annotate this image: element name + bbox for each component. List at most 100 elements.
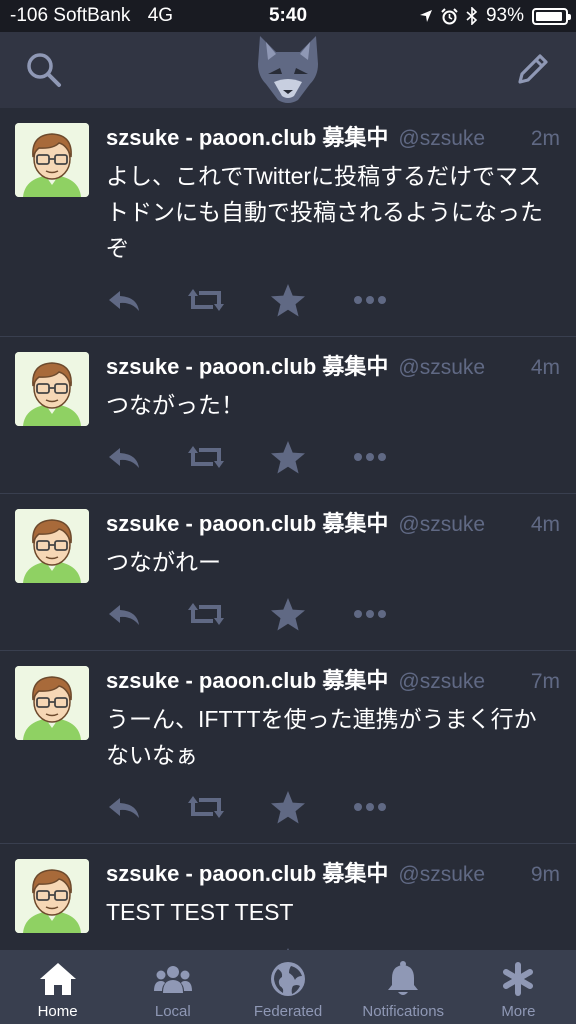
account-handle[interactable]: @szsuke (398, 863, 518, 887)
star-icon (271, 441, 305, 474)
account-handle[interactable]: @szsuke (398, 513, 518, 537)
tab-more[interactable]: More (461, 950, 576, 1024)
status-item[interactable]: szsuke - paoon.club 募集中 @szsuke 7m うーん、I… (0, 651, 576, 844)
status-actions (106, 773, 560, 843)
status-content: つながれー (106, 549, 221, 575)
star-icon (271, 284, 305, 317)
status-item[interactable]: szsuke - paoon.club 募集中 @szsuke 9m TEST … (0, 844, 576, 950)
favourite-button[interactable] (268, 439, 308, 475)
status-header: szsuke - paoon.club 募集中 @szsuke 2m (106, 120, 560, 158)
status-item[interactable]: szsuke - paoon.club 募集中 @szsuke 4m つながれー (0, 494, 576, 651)
avatar[interactable] (15, 859, 89, 933)
battery-icon (532, 7, 571, 25)
reply-button[interactable] (104, 282, 144, 318)
status-header: szsuke - paoon.club 募集中 @szsuke 4m (106, 506, 560, 544)
boost-icon (187, 794, 225, 820)
tab-notifications[interactable]: Notifications (346, 950, 461, 1024)
status-actions (106, 930, 560, 950)
reply-button[interactable] (104, 596, 144, 632)
status-header: szsuke - paoon.club 募集中 @szsuke 9m (106, 856, 560, 894)
more-button[interactable] (350, 439, 390, 475)
display-name[interactable]: szsuke - paoon.club 募集中 (106, 663, 388, 695)
status-content: TEST TEST TEST (106, 899, 294, 925)
timestamp: 4m (530, 513, 560, 536)
favourite-button[interactable] (268, 596, 308, 632)
account-handle[interactable]: @szsuke (398, 356, 518, 380)
tab-label: Notifications (362, 1003, 445, 1020)
avatar[interactable] (15, 666, 89, 740)
location-arrow-icon (419, 10, 432, 22)
boost-icon (187, 287, 225, 313)
battery-percent: 93% (485, 5, 524, 26)
users-icon (153, 966, 192, 993)
search-button[interactable] (24, 50, 64, 90)
status-header: szsuke - paoon.club 募集中 @szsuke 7m (106, 663, 560, 701)
avatar[interactable] (15, 509, 89, 583)
tab-label: Federated (253, 1003, 323, 1020)
reply-icon (109, 291, 139, 311)
tab-federated[interactable]: Federated (230, 950, 345, 1024)
tab-local[interactable]: Local (115, 950, 230, 1024)
timestamp: 7m (530, 670, 560, 693)
display-name[interactable]: szsuke - paoon.club 募集中 (106, 506, 388, 538)
status-header: szsuke - paoon.club 募集中 @szsuke 4m (106, 349, 560, 387)
reply-icon (109, 605, 139, 625)
reply-button[interactable] (104, 439, 144, 475)
account-handle[interactable]: @szsuke (398, 127, 518, 151)
alarm-icon (441, 7, 458, 24)
avatar[interactable] (15, 352, 89, 426)
boost-button[interactable] (186, 789, 226, 825)
more-icon (354, 610, 386, 618)
nav-bar (0, 32, 576, 108)
status-item[interactable]: szsuke - paoon.club 募集中 @szsuke 2m よし、これ… (0, 108, 576, 337)
battery-fill (536, 11, 563, 21)
account-handle[interactable]: @szsuke (398, 670, 518, 694)
bell-icon (388, 961, 419, 995)
search-icon (27, 53, 61, 87)
tab-home[interactable]: Home (0, 950, 115, 1024)
globe-icon (271, 962, 305, 996)
boost-button[interactable] (186, 439, 226, 475)
favourite-button[interactable] (268, 789, 308, 825)
status-item[interactable]: szsuke - paoon.club 募集中 @szsuke 4m つながった… (0, 337, 576, 494)
reply-icon (109, 448, 139, 468)
compose-icon (518, 54, 548, 84)
avatar[interactable] (15, 123, 89, 197)
boost-icon (187, 601, 225, 627)
boost-button[interactable] (186, 282, 226, 318)
tab-bar: Home Local Federated Notifications More (0, 950, 576, 1024)
status-bar: -106 SoftBank 4G 5:40 93% (0, 0, 576, 32)
status-content: うーん、IFTTTを使った連携がうまく行かないなぁ (106, 706, 537, 768)
status-actions (106, 266, 560, 336)
more-icon (354, 453, 386, 461)
status-actions (106, 423, 560, 493)
display-name[interactable]: szsuke - paoon.club 募集中 (106, 120, 388, 152)
tab-label: More (501, 1003, 536, 1020)
more-button[interactable] (350, 596, 390, 632)
reply-button[interactable] (104, 789, 144, 825)
status-icons: 93% (419, 5, 571, 27)
status-content: つながった！ (106, 392, 244, 418)
boost-button[interactable] (186, 596, 226, 632)
more-icon (354, 803, 386, 811)
more-button[interactable] (350, 789, 390, 825)
star-icon (271, 791, 305, 824)
boost-icon (187, 444, 225, 470)
more-icon (354, 296, 386, 304)
display-name[interactable]: szsuke - paoon.club 募集中 (106, 349, 388, 381)
timestamp: 4m (530, 356, 560, 379)
mastodon-logo (258, 36, 318, 103)
bluetooth-icon (466, 7, 478, 25)
timeline[interactable]: szsuke - paoon.club 募集中 @szsuke 2m よし、これ… (0, 108, 576, 950)
home-icon (39, 963, 76, 995)
status-content: よし、これでTwitterに投稿するだけでマストドンにも自動で投稿されるようにな… (106, 163, 543, 261)
display-name[interactable]: szsuke - paoon.club 募集中 (106, 856, 388, 888)
status-actions (106, 580, 560, 650)
tab-label: Home (37, 1003, 78, 1020)
timestamp: 9m (530, 863, 560, 886)
more-button[interactable] (350, 282, 390, 318)
favourite-button[interactable] (268, 282, 308, 318)
tab-label: Local (154, 1003, 191, 1020)
asterisk-icon (503, 962, 534, 996)
compose-button[interactable] (512, 50, 552, 90)
